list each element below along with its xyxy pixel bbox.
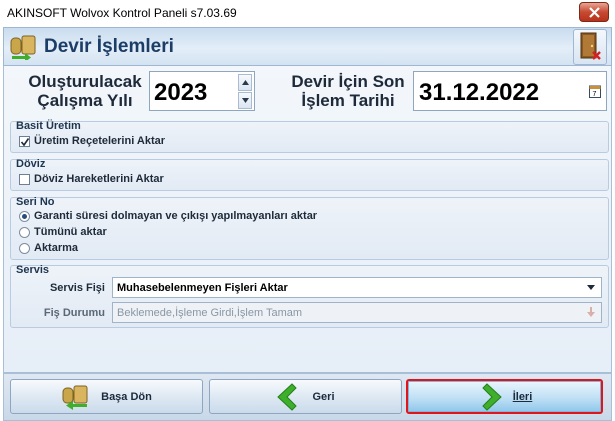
basic-production-title: Basit Üretim [16,120,81,132]
exit-button[interactable] [573,29,607,65]
slip-status-select[interactable]: Beklemede,İşleme Girdi,İşlem Tamam [112,302,602,323]
serial-option-all[interactable]: Tümünü aktar [19,226,107,238]
arrow-down-icon [587,307,595,317]
service-slip-label: Servis Fişi [49,282,105,294]
serial-title: Seri No [16,196,55,208]
year-label-line2: Çalışma Yılı [37,91,133,110]
year-spinner[interactable]: 2023 [149,71,255,111]
checkmark-icon [20,137,30,146]
back-to-start-button[interactable]: Başa Dön [10,379,203,414]
serial-option-label: Tümünü aktar [34,226,107,238]
next-label: İleri [512,390,533,403]
currency-movements-label: Döviz Hareketlerini Aktar [34,173,164,185]
year-label-line1: Oluşturulacak [28,72,142,91]
arrow-down-icon [242,98,249,103]
page-header: Devir İşlemleri [3,27,612,66]
serial-option-none[interactable]: Aktarma [19,242,78,254]
currency-group: Döviz Döviz Hareketlerini Aktar [10,158,609,191]
svg-text:7: 7 [593,91,597,98]
serial-option-label: Aktarma [34,242,79,254]
basic-production-group: Basit Üretim Üretim Reçetelerini Aktar [10,120,609,153]
checkbox-icon[interactable] [19,173,30,185]
arrow-up-icon [242,80,249,85]
service-group: Servis Servis Fişi Muhasebelenmeyen Fişl… [10,264,609,328]
year-down-button[interactable] [238,92,252,109]
serial-option-warranty[interactable]: Garanti süresi dolmayan ve çıkışı yapılm… [19,210,317,222]
page-title: Devir İşlemleri [44,36,174,57]
currency-title: Döviz [16,158,46,170]
date-label-line1: Devir İçin Son [291,72,405,91]
serial-option-label: Garanti süresi dolmayan ve çıkışı yapılm… [34,210,318,222]
close-icon [589,7,600,18]
previous-button[interactable]: Geri [209,379,402,414]
currency-movements-checkbox[interactable]: Döviz Hareketlerini Aktar [19,173,164,185]
calendar-icon[interactable]: 7 [589,84,601,98]
date-value[interactable]: 31.12.2022 [419,79,539,107]
serial-group: Seri No Garanti süresi dolmayan ve çıkış… [10,196,609,260]
transfer-icon [10,35,36,60]
service-slip-value: Muhasebelenmeyen Fişleri Aktar [117,282,288,294]
close-button[interactable] [579,2,609,22]
arrow-right-icon [481,382,502,411]
year-up-button[interactable] [238,74,252,91]
date-label: Devir İçin Son İşlem Tarihi [288,72,408,110]
production-recipes-label: Üretim Reçetelerini Aktar [34,135,166,147]
wizard-button-bar: Başa Dön Geri İleri [3,373,612,421]
checkbox-icon[interactable] [19,135,30,147]
year-label: Oluşturulacak Çalışma Yılı [26,72,144,110]
service-title: Servis [16,264,50,276]
chevron-down-icon [587,285,595,290]
transfer-icon [62,385,88,410]
exit-door-icon [580,32,601,60]
previous-label: Geri [312,390,335,403]
next-button[interactable]: İleri [406,379,603,414]
radio-selected-icon[interactable] [19,210,30,222]
date-label-line2: İşlem Tarihi [301,91,395,110]
slip-status-value: Beklemede,İşleme Girdi,İşlem Tamam [117,307,303,319]
service-slip-select[interactable]: Muhasebelenmeyen Fişleri Aktar [112,277,602,298]
year-value[interactable]: 2023 [154,79,207,107]
arrow-left-icon [277,382,298,411]
radio-icon[interactable] [19,226,30,238]
main-panel: Oluşturulacak Çalışma Yılı 2023 Devir İç… [3,66,612,373]
window-title: AKINSOFT Wolvox Kontrol Paneli s7.03.69 [7,6,237,20]
date-picker[interactable]: 31.12.2022 7 [413,71,607,111]
slip-status-label: Fiş Durumu [43,307,105,319]
window-titlebar: AKINSOFT Wolvox Kontrol Paneli s7.03.69 [0,0,615,27]
production-recipes-checkbox[interactable]: Üretim Reçetelerini Aktar [19,135,165,147]
radio-icon[interactable] [19,242,30,254]
back-to-start-label: Başa Dön [101,390,152,403]
